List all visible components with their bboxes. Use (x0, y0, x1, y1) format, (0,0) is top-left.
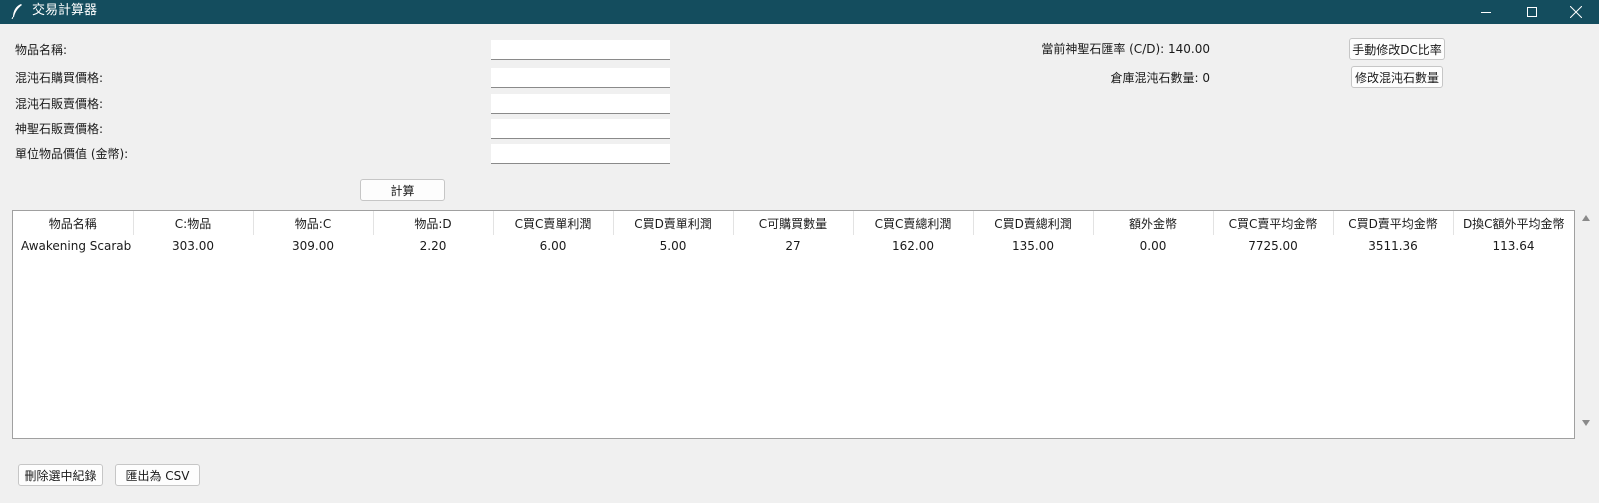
table-row[interactable]: Awakening Scarab 303.00 309.00 2.20 6.00… (13, 235, 1574, 256)
chaos-sell-price-input[interactable] (491, 94, 670, 114)
edit-chaos-stock-button[interactable]: 修改混沌石數量 (1351, 66, 1443, 88)
vertical-scrollbar[interactable] (1578, 210, 1594, 439)
minimize-icon (1481, 12, 1491, 13)
column-header[interactable]: 物品名稱 (13, 211, 134, 235)
divine-rate-text: 當前神聖石匯率 (C/D): 140.00 (1041, 42, 1210, 56)
export-csv-button[interactable]: 匯出為 CSV (115, 464, 200, 486)
divine-sell-price-label: 神聖石販賣價格: (15, 122, 104, 136)
item-name-input[interactable] (491, 40, 670, 60)
column-header[interactable]: C買C賣單利潤 (493, 211, 614, 235)
column-header[interactable]: C買C賣平均金幣 (1213, 211, 1334, 235)
column-header[interactable]: C可購買數量 (733, 211, 854, 235)
table-cell: Awakening Scarab (21, 238, 132, 253)
table-cell: 162.00 (892, 238, 934, 253)
chaos-buy-price-input[interactable] (491, 68, 670, 88)
scroll-down-icon[interactable] (1582, 419, 1590, 427)
close-button[interactable] (1553, 0, 1599, 24)
maximize-button[interactable] (1509, 0, 1555, 24)
unit-gold-value-label: 單位物品價值 (金幣): (15, 147, 129, 161)
column-header[interactable]: 物品:D (373, 211, 494, 235)
table-cell: 135.00 (1012, 238, 1054, 253)
column-header[interactable]: C買D賣總利潤 (973, 211, 1094, 235)
table-header-row: 物品名稱 C:物品 物品:C 物品:D C買C賣單利潤 C買D賣單利潤 C可購買… (13, 211, 1574, 235)
column-header[interactable]: C:物品 (133, 211, 254, 235)
title-bar: 交易計算器 (0, 0, 1599, 24)
close-icon (1570, 6, 1582, 18)
column-header[interactable]: C買C賣總利潤 (853, 211, 974, 235)
chaos-stock-text: 倉庫混沌石數量: 0 (1110, 71, 1211, 85)
table-cell: 2.20 (419, 238, 447, 253)
chaos-sell-price-label: 混沌石販賣價格: (15, 97, 104, 111)
delete-selected-button[interactable]: 刪除選中紀錄 (18, 464, 103, 486)
table-cell: 0.00 (1139, 238, 1167, 253)
table-cell: 3511.36 (1368, 238, 1418, 253)
divine-sell-price-input[interactable] (491, 119, 670, 139)
column-header[interactable]: 額外金幣 (1093, 211, 1214, 235)
table-cell: 303.00 (172, 238, 214, 253)
results-table[interactable]: 物品名稱 C:物品 物品:C 物品:D C買C賣單利潤 C買D賣單利潤 C可購買… (12, 210, 1575, 439)
chaos-buy-price-label: 混沌石購買價格: (15, 71, 104, 85)
column-header[interactable]: D換C額外平均金幣 (1453, 211, 1574, 235)
feather-icon (11, 4, 22, 19)
column-header[interactable]: C買D賣單利潤 (613, 211, 734, 235)
window-title: 交易計算器 (32, 3, 98, 18)
table-cell: 7725.00 (1248, 238, 1298, 253)
results-grid: 物品名稱 C:物品 物品:C 物品:D C買C賣單利潤 C買D賣單利潤 C可購買… (13, 211, 1574, 256)
table-cell: 113.64 (1492, 238, 1535, 253)
scroll-up-icon[interactable] (1582, 214, 1590, 222)
table-cell: 5.00 (659, 238, 687, 253)
edit-dc-rate-button[interactable]: 手動修改DC比率 (1349, 38, 1445, 60)
item-name-label: 物品名稱: (15, 43, 68, 57)
column-header[interactable]: 物品:C (253, 211, 374, 235)
unit-gold-value-input[interactable] (491, 144, 670, 164)
column-header[interactable]: C買D賣平均金幣 (1333, 211, 1454, 235)
calculate-button[interactable]: 計算 (360, 179, 445, 201)
table-cell: 309.00 (292, 238, 334, 253)
maximize-icon (1527, 7, 1537, 17)
table-cell: 27 (785, 238, 801, 253)
minimize-button[interactable] (1463, 0, 1509, 24)
table-cell: 6.00 (539, 238, 567, 253)
